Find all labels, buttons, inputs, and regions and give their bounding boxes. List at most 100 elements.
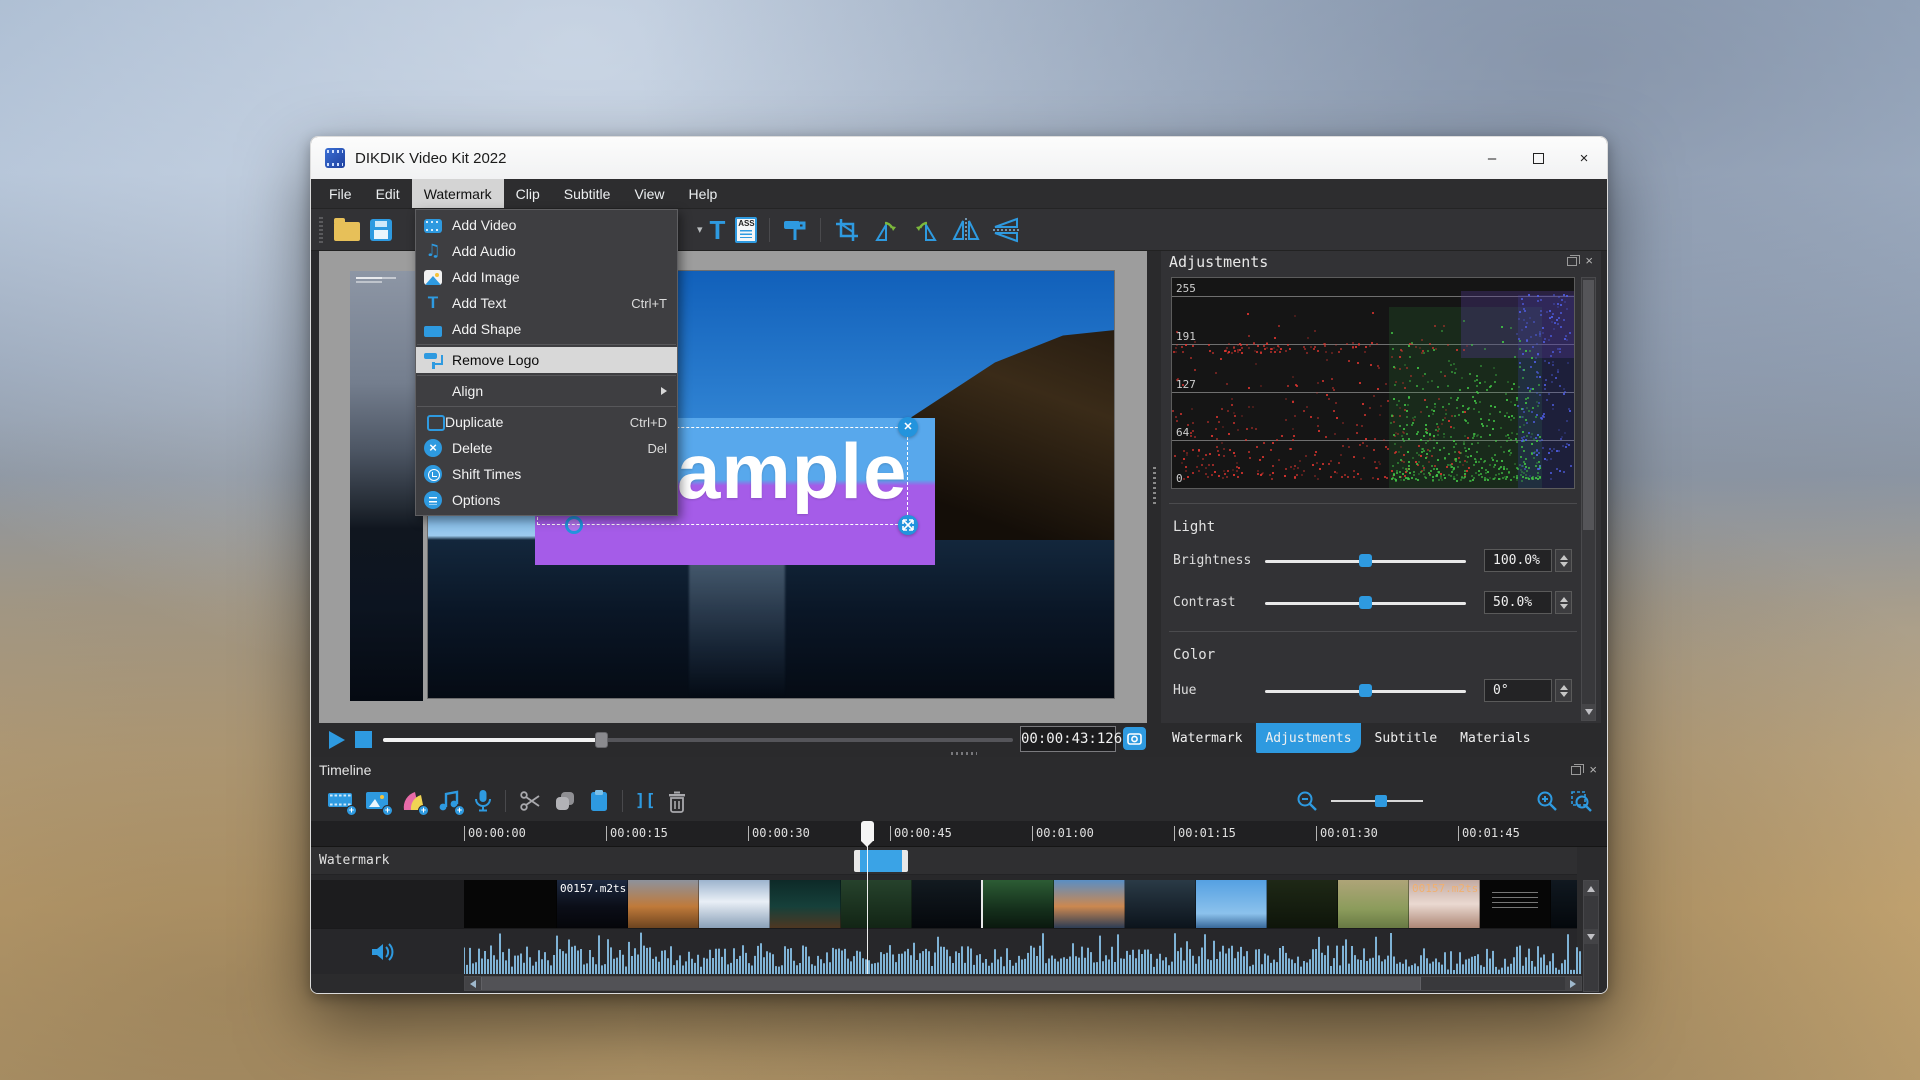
stop-button[interactable] bbox=[355, 731, 372, 748]
timeline-cut-button[interactable] bbox=[518, 789, 542, 813]
video-clip-cell[interactable] bbox=[983, 880, 1054, 928]
tab-materials[interactable]: Materials bbox=[1451, 723, 1539, 753]
scroll-down-button[interactable] bbox=[1582, 704, 1595, 720]
video-clip-cell[interactable] bbox=[1338, 880, 1409, 928]
panel-splitter[interactable] bbox=[1147, 251, 1161, 723]
spin-down-icon[interactable] bbox=[1560, 692, 1568, 697]
video-clip-cell[interactable] bbox=[464, 880, 557, 928]
menu-item-add-audio[interactable]: ♫ Add Audio bbox=[416, 238, 677, 264]
seek-knob[interactable] bbox=[595, 732, 608, 748]
video-clip-cell[interactable] bbox=[1480, 880, 1551, 928]
video-clip-cell[interactable]: 00157.m2ts bbox=[1409, 880, 1480, 928]
timeline-add-audio-button[interactable]: + bbox=[437, 790, 461, 812]
rotate-right-button[interactable] bbox=[911, 214, 941, 246]
play-button[interactable] bbox=[329, 731, 345, 749]
menu-item-shift-times[interactable]: Shift Times bbox=[416, 461, 677, 487]
toolbar-grip[interactable] bbox=[319, 217, 323, 243]
timeline-hscrollbar[interactable] bbox=[464, 976, 1582, 991]
contrast-spinner[interactable] bbox=[1555, 591, 1572, 614]
add-text-button[interactable]: T bbox=[710, 214, 726, 246]
menu-edit[interactable]: Edit bbox=[364, 179, 412, 208]
panel-float-icon[interactable] bbox=[1567, 257, 1577, 266]
hscrollbar-thumb[interactable] bbox=[481, 977, 1421, 990]
timeline-copy-button[interactable] bbox=[554, 790, 576, 812]
video-clip-cell[interactable] bbox=[1551, 880, 1577, 928]
menu-item-add-text[interactable]: T Add Text Ctrl+T bbox=[416, 290, 677, 316]
video-clip-cell[interactable] bbox=[841, 880, 912, 928]
timeline-add-image-button[interactable]: + bbox=[365, 790, 389, 812]
hue-slider[interactable] bbox=[1265, 690, 1466, 693]
spin-up-icon[interactable] bbox=[1560, 555, 1568, 560]
scroll-down-button[interactable] bbox=[1584, 929, 1598, 944]
video-clip-cell[interactable]: 00157.m2ts bbox=[557, 880, 628, 928]
video-clip-cell[interactable] bbox=[770, 880, 841, 928]
contrast-slider[interactable] bbox=[1265, 602, 1466, 605]
rotate-left-button[interactable] bbox=[871, 214, 901, 246]
panel-close-icon[interactable]: × bbox=[1585, 256, 1593, 266]
remove-logo-button[interactable] bbox=[782, 214, 808, 246]
menu-clip[interactable]: Clip bbox=[504, 179, 552, 208]
menu-watermark[interactable]: Watermark bbox=[412, 179, 504, 208]
spin-up-icon[interactable] bbox=[1560, 685, 1568, 690]
scroll-right-button[interactable] bbox=[1565, 977, 1581, 990]
menu-item-align[interactable]: Align bbox=[416, 378, 677, 404]
menu-item-delete[interactable]: Delete Del bbox=[416, 435, 677, 461]
timeline-splitter-grip[interactable] bbox=[951, 752, 977, 755]
scrollbar-thumb[interactable] bbox=[1583, 280, 1594, 530]
brightness-value[interactable]: 100.0% bbox=[1484, 549, 1552, 572]
scroll-left-button[interactable] bbox=[465, 977, 481, 990]
menu-item-add-video[interactable]: Add Video bbox=[416, 212, 677, 238]
menu-file[interactable]: File bbox=[317, 179, 364, 208]
flip-vertical-button[interactable] bbox=[991, 214, 1021, 246]
hue-spinner[interactable] bbox=[1555, 679, 1572, 702]
menu-item-remove-logo[interactable]: Remove Logo bbox=[416, 347, 677, 373]
video-clip-cell[interactable] bbox=[1125, 880, 1196, 928]
timeline-ruler[interactable]: 00:00:00 00:00:15 00:00:30 00:00:45 00:0… bbox=[311, 821, 1607, 847]
video-clip-cell[interactable] bbox=[1054, 880, 1125, 928]
seek-slider[interactable] bbox=[383, 738, 1013, 742]
menu-view[interactable]: View bbox=[622, 179, 676, 208]
menu-item-add-image[interactable]: Add Image bbox=[416, 264, 677, 290]
timeline-add-shape-button[interactable]: + bbox=[401, 790, 425, 812]
panel-scrollbar[interactable] bbox=[1581, 277, 1596, 721]
playhead[interactable] bbox=[861, 821, 874, 841]
timeline-paste-button[interactable] bbox=[588, 789, 610, 813]
video-clip-cell[interactable] bbox=[1196, 880, 1267, 928]
zoom-fit-button[interactable] bbox=[1569, 789, 1593, 813]
menu-help[interactable]: Help bbox=[677, 179, 730, 208]
timeline-float-icon[interactable] bbox=[1571, 766, 1581, 775]
watermark-rotate-handle[interactable] bbox=[565, 516, 583, 534]
video-clip-cell[interactable] bbox=[912, 880, 983, 928]
crop-button[interactable] bbox=[833, 214, 861, 246]
menu-subtitle[interactable]: Subtitle bbox=[552, 179, 623, 208]
timeline-add-video-button[interactable]: + bbox=[327, 790, 353, 812]
snapshot-button[interactable] bbox=[1123, 727, 1146, 750]
open-file-button[interactable] bbox=[334, 214, 360, 246]
timeline-split-button[interactable]: ][ bbox=[635, 791, 655, 811]
watermark-delete-button[interactable]: ✕ bbox=[898, 417, 918, 437]
flip-horizontal-button[interactable] bbox=[951, 214, 981, 246]
spin-down-icon[interactable] bbox=[1560, 604, 1568, 609]
zoom-in-button[interactable] bbox=[1535, 789, 1559, 813]
scroll-up-button[interactable] bbox=[1584, 881, 1598, 896]
subtitle-ass-button[interactable]: ASS bbox=[735, 214, 757, 246]
timeline-record-button[interactable] bbox=[473, 789, 493, 813]
brightness-spinner[interactable] bbox=[1555, 549, 1572, 572]
save-button[interactable] bbox=[370, 214, 392, 246]
minimize-button[interactable]: – bbox=[1469, 137, 1515, 179]
timeline-delete-button[interactable] bbox=[667, 790, 687, 813]
tab-subtitle[interactable]: Subtitle bbox=[1366, 723, 1447, 753]
speaker-icon[interactable] bbox=[369, 939, 395, 970]
timeline-zoom-slider[interactable] bbox=[1331, 800, 1423, 802]
contrast-value[interactable]: 50.0% bbox=[1484, 591, 1552, 614]
chevron-down-icon[interactable]: ▾ bbox=[697, 223, 703, 236]
video-clip-cell[interactable] bbox=[628, 880, 699, 928]
brightness-slider[interactable] bbox=[1265, 560, 1466, 563]
menu-item-add-shape[interactable]: Add Shape bbox=[416, 316, 677, 342]
timeline-close-icon[interactable]: × bbox=[1589, 765, 1597, 775]
menu-item-options[interactable]: Options bbox=[416, 487, 677, 513]
hue-value[interactable]: 0° bbox=[1484, 679, 1552, 702]
spin-down-icon[interactable] bbox=[1560, 562, 1568, 567]
spin-up-icon[interactable] bbox=[1560, 597, 1568, 602]
watermark-resize-handle[interactable] bbox=[898, 515, 918, 535]
